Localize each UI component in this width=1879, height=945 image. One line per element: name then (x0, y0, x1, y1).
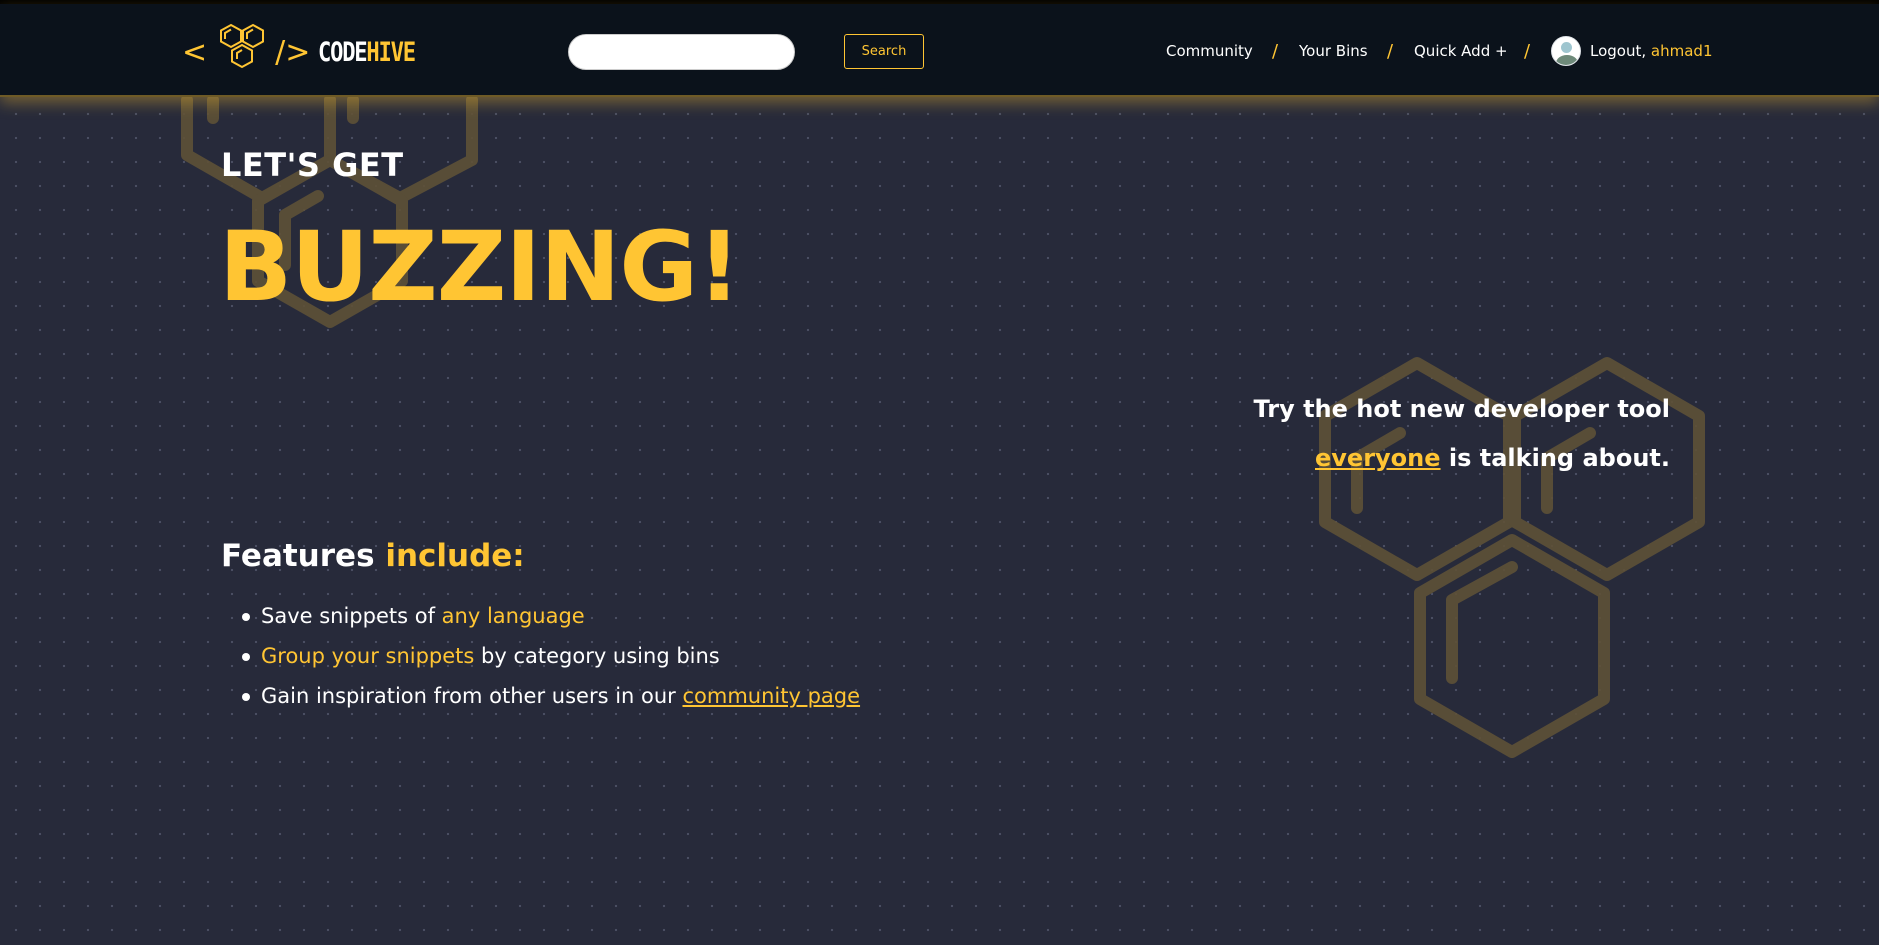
tagline-rest: is talking about. (1440, 444, 1670, 472)
feature-text-post: by category using bins (474, 644, 720, 668)
nav-separator: / (1524, 41, 1531, 62)
everyone-link[interactable]: everyone (1315, 444, 1441, 472)
feature-highlight: any language (441, 604, 585, 628)
feature-highlight: Group your snippets (261, 644, 475, 668)
logout-label: Logout, (1590, 42, 1647, 60)
features-title-white: Features (221, 538, 386, 574)
list-item: Save snippets of any language (241, 598, 860, 638)
avatar-head (1561, 42, 1572, 53)
features-title: Features include: (221, 538, 525, 574)
top-navbar: < /> CODEHIVE Search Community / Your Bi… (0, 4, 1879, 97)
features-title-accent: include: (385, 538, 525, 574)
hero-tagline: Try the hot new developer tool everyone … (1150, 385, 1670, 483)
list-item: Group your snippets by category using bi… (241, 638, 860, 678)
list-item: Gain inspiration from other users in our… (241, 678, 861, 718)
community-page-link[interactable]: community page (683, 684, 861, 708)
username: ahmad1 (1650, 42, 1713, 60)
tagline-line-1: Try the hot new developer tool (1253, 395, 1670, 423)
nav-quick-add-link[interactable]: Quick Add + (1414, 42, 1508, 60)
tagline-line-2: everyone is talking about. (1150, 434, 1670, 483)
logout-link[interactable]: Logout, ahmad1 (1590, 42, 1713, 60)
nav-separator: / (1272, 41, 1279, 62)
nav-your-bins-link[interactable]: Your Bins (1299, 42, 1368, 60)
user-avatar-icon[interactable] (1551, 36, 1581, 66)
feature-text: Save snippets of (261, 604, 442, 628)
nav-community-link[interactable]: Community (1166, 42, 1253, 60)
hero-headline: BUZZING! (219, 211, 741, 323)
hero-eyebrow: LET'S GET (221, 146, 404, 184)
avatar-body (1556, 55, 1578, 65)
features-list: Save snippets of any language Group your… (241, 598, 861, 718)
feature-text: Gain inspiration from other users in our (261, 684, 683, 708)
nav-separator: / (1387, 41, 1394, 62)
